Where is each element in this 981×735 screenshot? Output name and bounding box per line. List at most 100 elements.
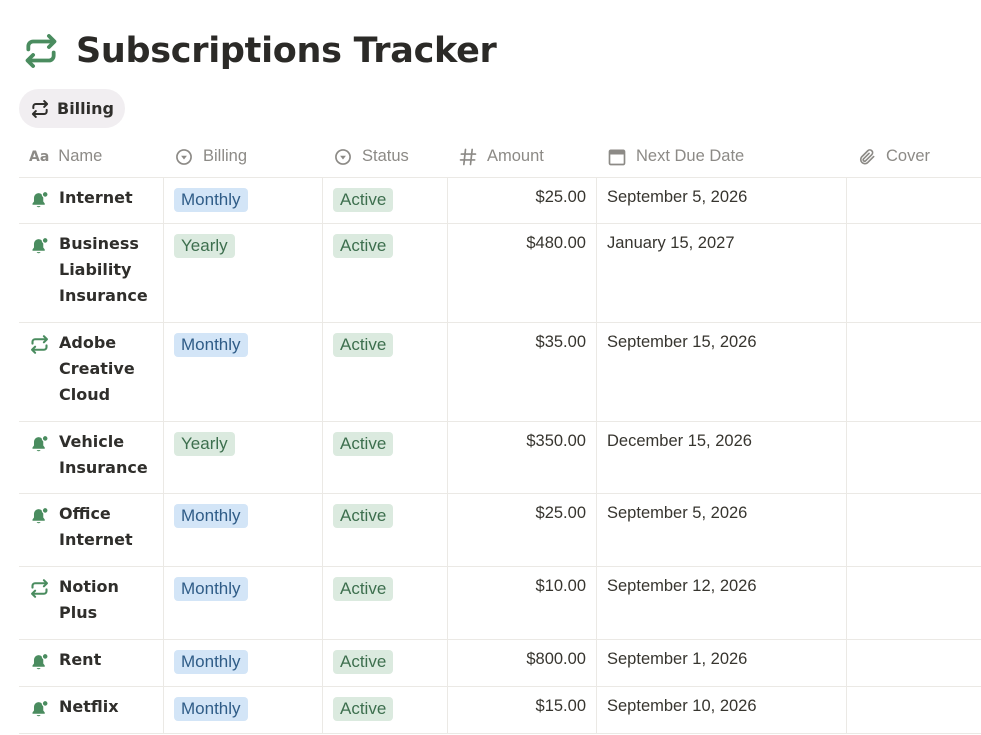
column-header-name[interactable]: Aa Name <box>19 136 164 177</box>
subscription-name: Adobe Creative Cloud <box>59 333 135 404</box>
due-date-value: September 5, 2026 <box>607 188 748 206</box>
billing-cell[interactable]: Monthly <box>164 178 323 223</box>
table-row[interactable]: Rent Monthly Active $800.00 September 1, 202… <box>19 640 981 687</box>
name-cell[interactable]: Adobe Creative Cloud <box>19 323 164 421</box>
amount-cell[interactable]: $15.00 <box>448 687 597 733</box>
billing-tag: Yearly <box>174 234 235 258</box>
billing-tag: Monthly <box>174 577 248 601</box>
amount-value: $35.00 <box>535 333 586 351</box>
status-circle-icon <box>333 147 353 167</box>
cover-cell[interactable] <box>847 323 981 421</box>
due-date-cell[interactable]: September 1, 2026 <box>597 640 847 686</box>
amount-cell[interactable]: $35.00 <box>448 323 597 421</box>
amount-value: $25.00 <box>535 504 586 522</box>
column-header-amount[interactable]: Amount <box>448 136 597 177</box>
name-cell[interactable]: Vehicle Insurance <box>19 422 164 493</box>
cover-cell[interactable] <box>847 422 981 493</box>
status-cell[interactable]: Active <box>323 687 448 733</box>
amount-value: $10.00 <box>535 577 586 595</box>
column-header-cover[interactable]: Cover <box>847 136 981 177</box>
due-date-cell[interactable]: September 15, 2026 <box>597 323 847 421</box>
column-header-status[interactable]: Status <box>323 136 448 177</box>
due-date-value: September 15, 2026 <box>607 333 757 351</box>
cover-cell[interactable] <box>847 178 981 223</box>
cover-cell[interactable] <box>847 640 981 686</box>
table-row[interactable]: Adobe Creative Cloud Monthly Active $35.00 S… <box>19 323 981 422</box>
billing-tag: Yearly <box>174 432 235 456</box>
amount-cell[interactable]: $350.00 <box>448 422 597 493</box>
subscription-name: Internet <box>59 188 133 207</box>
status-cell[interactable]: Active <box>323 178 448 223</box>
page-header: Subscriptions Tracker <box>22 26 497 76</box>
table-body: Internet Monthly Active $25.00 September 5, … <box>19 178 981 734</box>
due-date-cell[interactable]: September 5, 2026 <box>597 178 847 223</box>
bell-icon <box>29 505 50 526</box>
due-date-value: September 1, 2026 <box>607 650 748 668</box>
status-cell[interactable]: Active <box>323 640 448 686</box>
cover-cell[interactable] <box>847 494 981 566</box>
status-cell[interactable]: Active <box>323 494 448 566</box>
amount-cell[interactable]: $10.00 <box>448 567 597 639</box>
billing-tag: Monthly <box>174 188 248 212</box>
repeat-icon <box>22 32 60 70</box>
table-row[interactable]: Netflix Monthly Active $15.00 September 10, … <box>19 687 981 734</box>
status-cell[interactable]: Active <box>323 567 448 639</box>
billing-cell[interactable]: Monthly <box>164 687 323 733</box>
due-date-cell[interactable]: September 10, 2026 <box>597 687 847 733</box>
amount-cell[interactable]: $25.00 <box>448 494 597 566</box>
due-date-cell[interactable]: January 15, 2027 <box>597 224 847 322</box>
due-date-cell[interactable]: September 5, 2026 <box>597 494 847 566</box>
repeat-icon <box>30 99 50 119</box>
table-row[interactable]: Internet Monthly Active $25.00 September 5, … <box>19 178 981 224</box>
billing-cell[interactable]: Yearly <box>164 224 323 322</box>
name-cell[interactable]: Internet <box>19 178 164 223</box>
amount-cell[interactable]: $800.00 <box>448 640 597 686</box>
calendar-icon <box>607 147 627 167</box>
subscription-name: Vehicle Insurance <box>59 432 148 477</box>
status-tag: Active <box>333 432 394 456</box>
cover-cell[interactable] <box>847 567 981 639</box>
table-row[interactable]: Notion Plus Monthly Active $10.00 September … <box>19 567 981 640</box>
billing-cell[interactable]: Monthly <box>164 323 323 421</box>
cover-cell[interactable] <box>847 224 981 322</box>
column-header-billing[interactable]: Billing <box>164 136 323 177</box>
name-cell[interactable]: Rent <box>19 640 164 686</box>
status-cell[interactable]: Active <box>323 323 448 421</box>
amount-cell[interactable]: $480.00 <box>448 224 597 322</box>
bell-icon <box>29 651 50 672</box>
column-header-next-due-date[interactable]: Next Due Date <box>597 136 847 177</box>
amount-cell[interactable]: $25.00 <box>448 178 597 223</box>
due-date-value: September 12, 2026 <box>607 577 757 595</box>
table-row[interactable]: Office Internet Monthly Active $25.00 Septem… <box>19 494 981 567</box>
due-date-value: September 5, 2026 <box>607 504 748 522</box>
billing-cell[interactable]: Monthly <box>164 640 323 686</box>
billing-tag: Monthly <box>174 650 248 674</box>
due-date-value: September 10, 2026 <box>607 697 757 715</box>
bell-icon <box>29 235 50 256</box>
billing-cell[interactable]: Monthly <box>164 567 323 639</box>
status-tag: Active <box>333 577 394 601</box>
view-tab-label: Billing <box>57 99 114 118</box>
cover-cell[interactable] <box>847 687 981 733</box>
amount-value: $350.00 <box>526 432 586 450</box>
name-cell[interactable]: Netflix <box>19 687 164 733</box>
billing-cell[interactable]: Monthly <box>164 494 323 566</box>
status-tag: Active <box>333 504 394 528</box>
table-row[interactable]: Business Liability Insurance Yearly Active… <box>19 224 981 323</box>
page-title: Subscriptions Tracker <box>76 31 497 71</box>
hash-icon <box>458 147 478 167</box>
billing-cell[interactable]: Yearly <box>164 422 323 493</box>
status-cell[interactable]: Active <box>323 422 448 493</box>
name-cell[interactable]: Notion Plus <box>19 567 164 639</box>
due-date-cell[interactable]: December 15, 2026 <box>597 422 847 493</box>
status-tag: Active <box>333 188 394 212</box>
view-tab-billing[interactable]: Billing <box>19 89 125 128</box>
name-cell[interactable]: Office Internet <box>19 494 164 566</box>
due-date-cell[interactable]: September 12, 2026 <box>597 567 847 639</box>
status-tag: Active <box>333 234 394 258</box>
amount-value: $15.00 <box>535 697 586 715</box>
name-cell[interactable]: Business Liability Insurance <box>19 224 164 322</box>
table-row[interactable]: Vehicle Insurance Yearly Active $350.00 Dece… <box>19 422 981 494</box>
status-cell[interactable]: Active <box>323 224 448 322</box>
subscription-name: Business Liability Insurance <box>59 234 148 305</box>
